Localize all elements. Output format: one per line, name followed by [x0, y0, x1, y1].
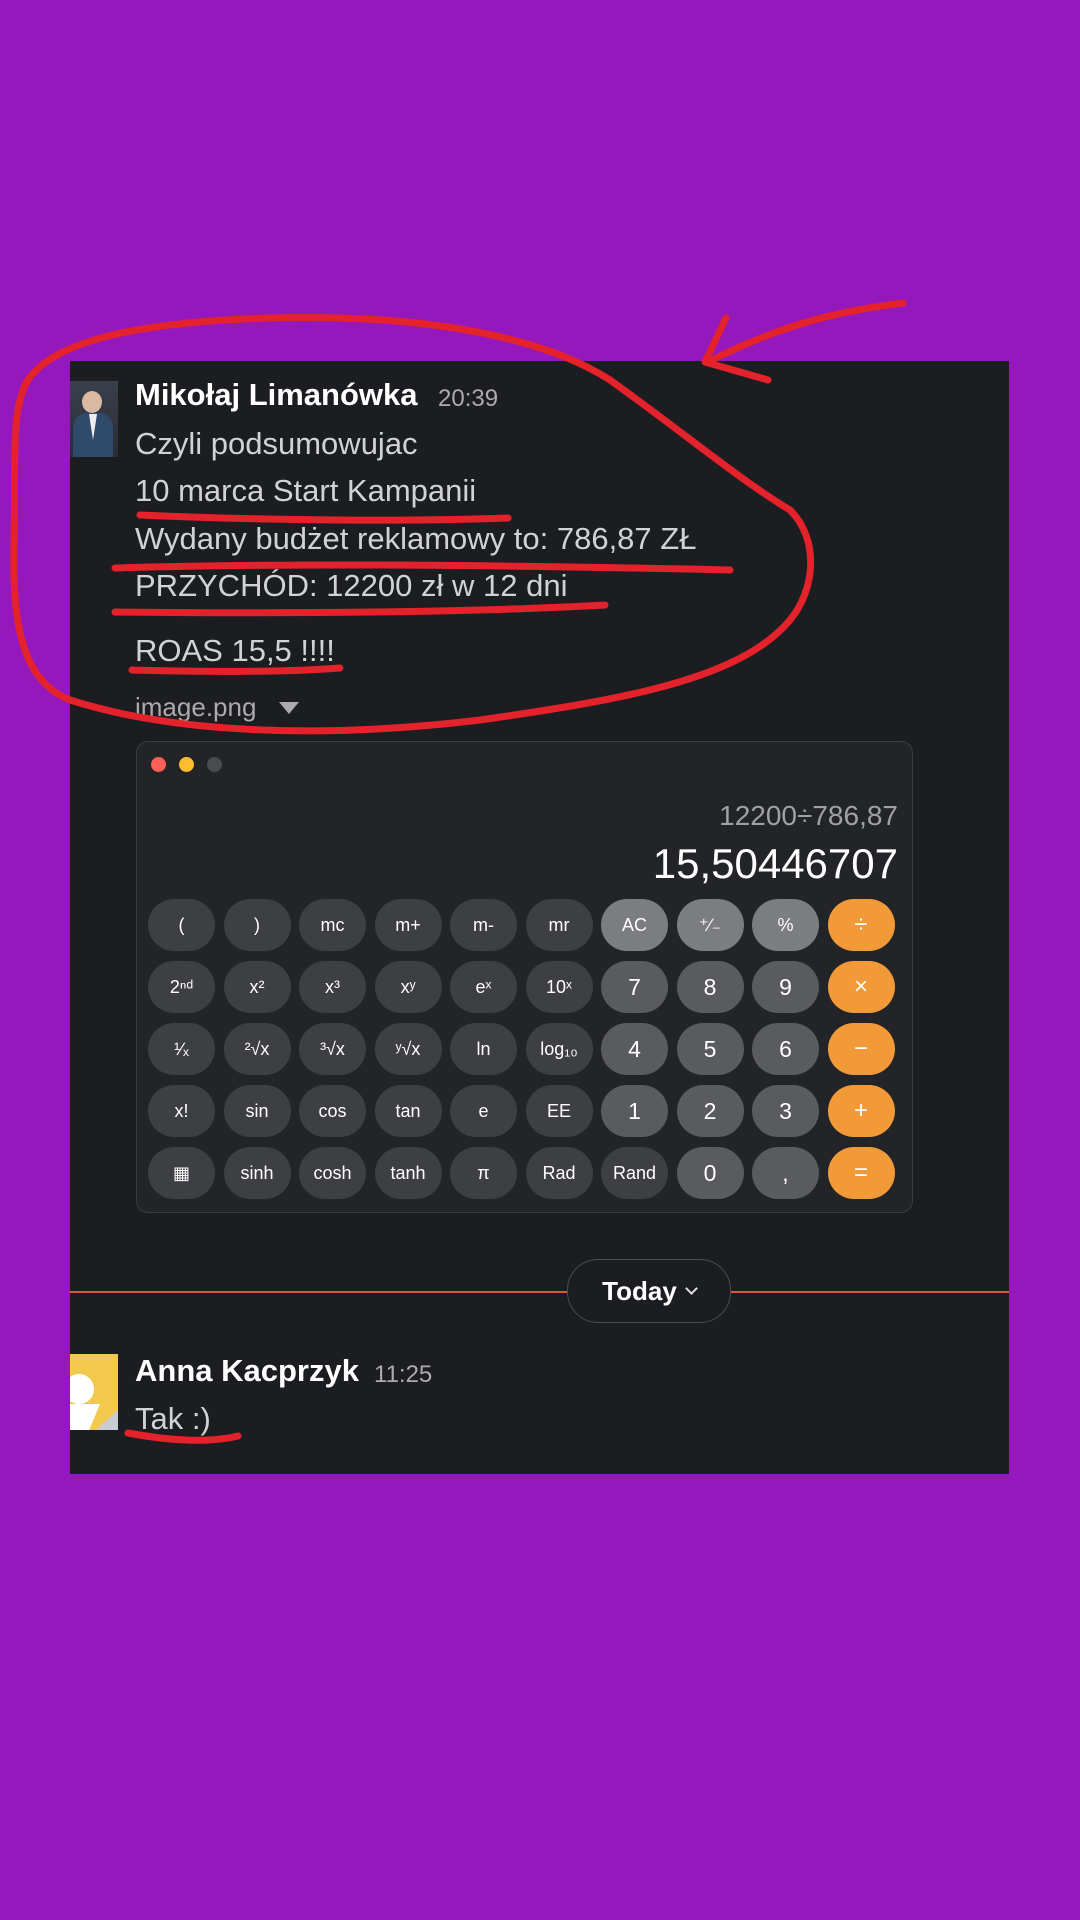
zoom-dot-icon — [207, 757, 222, 772]
date-divider-button[interactable]: Today — [567, 1259, 731, 1323]
calculator-key[interactable]: cos — [299, 1085, 366, 1137]
close-dot-icon — [151, 757, 166, 772]
calculator-expression: 12200÷786,87 — [719, 800, 898, 831]
date-divider-label: Today — [602, 1275, 677, 1306]
message-line: Wydany budżet reklamowy to: 786,87 ZŁ — [135, 521, 697, 556]
calculator-key[interactable]: π — [450, 1147, 517, 1199]
calculator-key[interactable]: 0 — [676, 1147, 744, 1199]
calculator-key[interactable]: ⁺∕₋ — [676, 899, 744, 951]
calculator-screenshot[interactable]: 12200÷786,87 15,50446707 () mc m+ m-mr AC ⁺∕₋… — [136, 741, 913, 1213]
chevron-down-icon — [684, 1281, 698, 1295]
calculator-key[interactable]: ÷ — [827, 899, 895, 951]
calculator-key[interactable]: 10ˣ — [525, 961, 593, 1013]
calculator-key[interactable]: ¹∕ₓ — [148, 1023, 215, 1075]
calculator-key[interactable]: 3 — [752, 1085, 819, 1137]
calculator-result: 15,50446707 — [652, 840, 898, 887]
calculator-key[interactable]: x³ — [299, 961, 366, 1013]
message-line: 10 marca Start Kampanii — [135, 473, 477, 508]
calculator-key[interactable]: sinh — [223, 1147, 291, 1199]
calculator-key[interactable]: 6 — [752, 1023, 819, 1075]
calculator-key[interactable]: ²√x — [223, 1023, 291, 1075]
message-line: Czyli podsumowujac — [135, 426, 418, 461]
calculator-key[interactable]: m+ — [374, 899, 442, 951]
calculator-key[interactable]: × — [827, 961, 895, 1013]
date-divider-line — [70, 1291, 1009, 1293]
avatar[interactable] — [70, 1354, 118, 1430]
author-name[interactable]: Mikołaj Limanówka — [135, 377, 418, 413]
calculator-key[interactable]: 4 — [601, 1023, 668, 1075]
calculator-key[interactable]: mc — [299, 899, 366, 951]
message-line: PRZYCHÓD: 12200 zł w 12 dni — [135, 568, 568, 603]
calculator-key[interactable]: EE — [525, 1085, 593, 1137]
calculator-key[interactable]: ʸ√x — [374, 1023, 442, 1075]
message-line: ROAS 15,5 !!!! — [135, 633, 335, 668]
chat-panel: Mikołaj Limanówka 20:39 Czyli podsumowuj… — [70, 361, 1009, 1474]
calculator-icon[interactable]: ▦ — [148, 1147, 215, 1199]
avatar[interactable] — [70, 381, 118, 457]
calculator-key[interactable]: 9 — [752, 961, 819, 1013]
calculator-key[interactable]: ( — [148, 899, 215, 951]
calculator-key[interactable]: − — [827, 1023, 895, 1075]
calculator-key[interactable]: x² — [223, 961, 291, 1013]
calculator-key[interactable]: m- — [450, 899, 517, 951]
timestamp[interactable]: 11:25 — [374, 1361, 432, 1389]
calculator-key[interactable]: eˣ — [450, 961, 517, 1013]
calculator-key[interactable]: ) — [223, 899, 291, 951]
calculator-key[interactable]: cosh — [299, 1147, 366, 1199]
author-name[interactable]: Anna Kacprzyk — [135, 1353, 359, 1389]
minimize-dot-icon — [179, 757, 194, 772]
message-line: Tak :) — [135, 1401, 211, 1436]
calculator-key[interactable]: tan — [374, 1085, 442, 1137]
calculator-key[interactable]: sin — [223, 1085, 291, 1137]
timestamp[interactable]: 20:39 — [438, 385, 498, 413]
calculator-key[interactable]: , — [752, 1147, 819, 1199]
calculator-key[interactable]: mr — [525, 899, 593, 951]
calculator-key[interactable]: log₁₀ — [525, 1023, 593, 1075]
calculator-key[interactable]: 8 — [676, 961, 744, 1013]
calculator-key[interactable]: x! — [148, 1085, 215, 1137]
calculator-key[interactable]: + — [827, 1085, 895, 1137]
calculator-key[interactable]: 7 — [601, 961, 668, 1013]
calculator-key[interactable]: AC — [601, 899, 668, 951]
calculator-key[interactable]: % — [752, 899, 819, 951]
calculator-key[interactable]: Rand — [601, 1147, 668, 1199]
calculator-key[interactable]: ln — [450, 1023, 517, 1075]
calculator-key[interactable]: Rad — [525, 1147, 593, 1199]
attachment-file-name[interactable]: image.png — [135, 692, 256, 723]
calculator-keypad: () mc m+ m-mr AC ⁺∕₋% ÷ 2ⁿᵈ x² x³ xʸ eˣ 10ˣ 7 8 9 × ¹∕ₓ ²√… — [148, 899, 895, 1199]
calculator-key[interactable]: 2 — [676, 1085, 744, 1137]
caret-down-icon[interactable] — [279, 702, 299, 714]
calculator-key[interactable]: tanh — [374, 1147, 442, 1199]
calculator-key[interactable]: ³√x — [299, 1023, 366, 1075]
annotation-arrow-line — [704, 299, 907, 366]
calculator-key[interactable]: 1 — [601, 1085, 668, 1137]
calculator-key[interactable]: 2ⁿᵈ — [148, 961, 215, 1013]
calculator-key[interactable]: xʸ — [374, 961, 442, 1013]
calculator-key[interactable]: e — [450, 1085, 517, 1137]
calculator-key[interactable]: = — [827, 1147, 895, 1199]
calculator-key[interactable]: 5 — [676, 1023, 744, 1075]
